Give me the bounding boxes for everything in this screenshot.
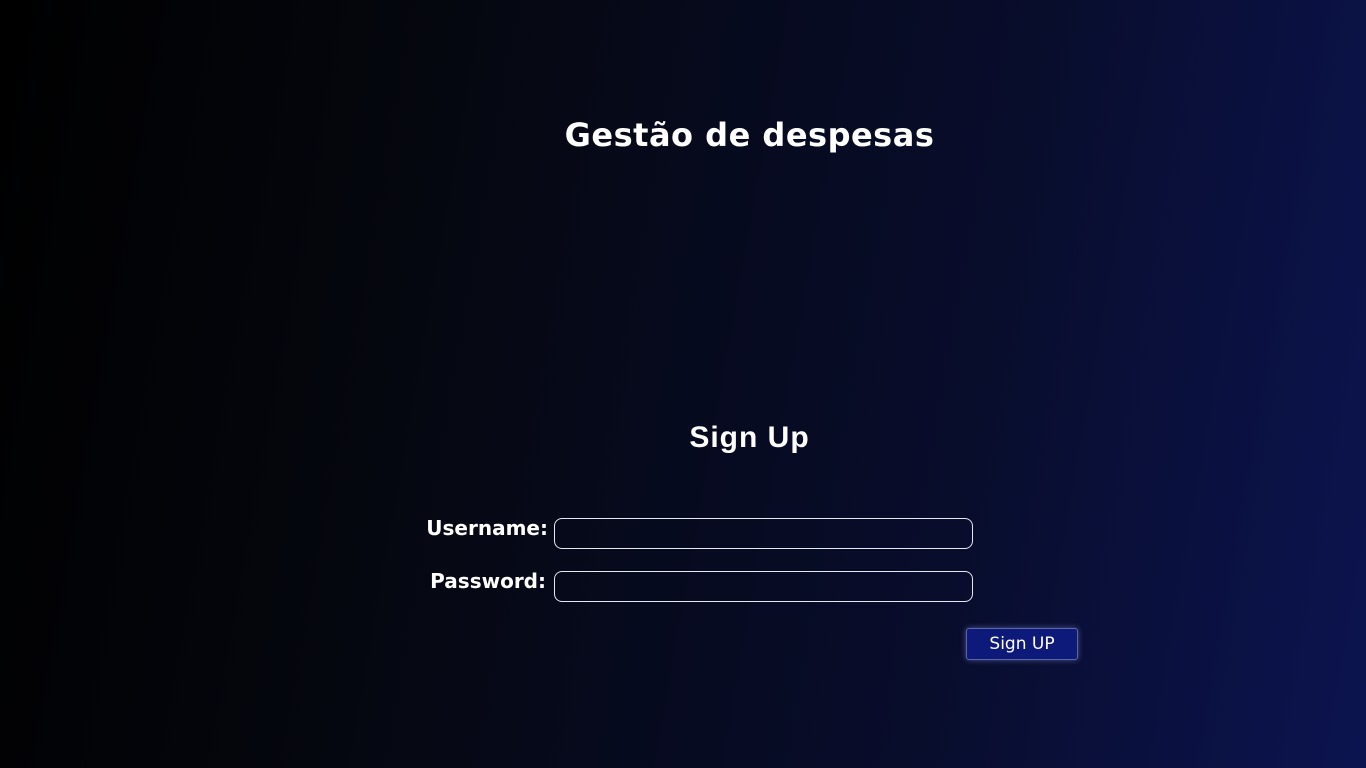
signup-button[interactable]: Sign UP — [966, 628, 1078, 660]
password-label: Password: — [430, 569, 546, 593]
password-input[interactable] — [554, 571, 973, 602]
username-input[interactable] — [554, 518, 973, 549]
username-label: Username: — [426, 516, 548, 540]
app-title: Gestão de despesas — [564, 116, 935, 154]
form-title: Sign Up — [689, 421, 810, 454]
